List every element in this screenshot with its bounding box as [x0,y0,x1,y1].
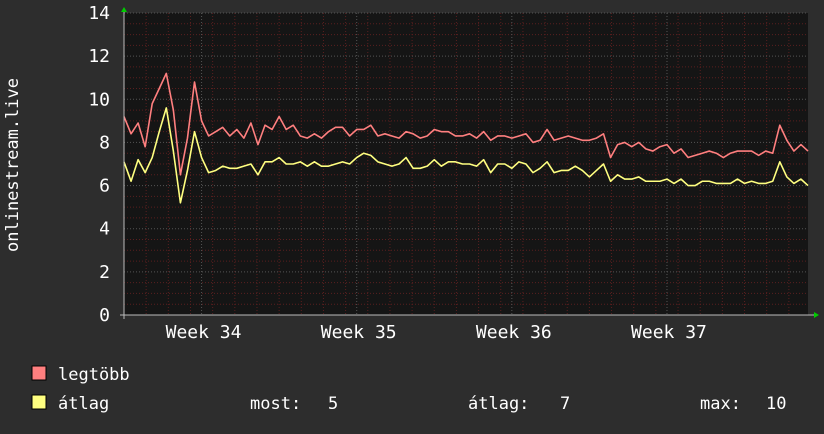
x-tick-label: Week 36 [476,322,552,343]
y-tick-label: 4 [99,219,110,240]
x-tick-label: Week 37 [631,322,707,343]
stat-max-value: 10 [766,394,786,414]
x-tick-label: Week 34 [166,322,242,343]
y-tick-label: 12 [88,46,110,67]
y-tick-label: 6 [99,176,110,197]
stat-avg-value: 7 [560,394,570,414]
chart-svg: 02468101214Week 34 Week 35 Week 36 Week 37 … [0,0,824,430]
legend-swatch-atlag [31,394,47,410]
y-tick-label: 10 [88,89,110,110]
chart: 0 2 4 6 8 10 12 14 Week 34 Week 35 Week 36 Week 37 … [0,0,824,430]
y-tick-label: 8 [99,132,110,153]
y-tick-label: 2 [99,262,110,283]
stat-avg-label: átlag: [468,394,529,414]
legend-label-legtobb: legtöbb [58,365,130,385]
stat-now-label: most: [250,394,301,414]
y-tick-label: 14 [88,3,110,24]
legend-label-atlag: átlag [58,394,109,414]
stat-now-value: 5 [328,394,338,414]
y-axis-label: onlinestream.live [3,78,23,252]
x-tick-label: Week 35 [321,322,397,343]
legend-swatch-legtobb [31,365,47,381]
stat-max-label: max: [700,394,741,414]
plot-area: 0 2 4 6 8 10 12 14 Week 34 Week 35 Week 36 Week 37 [88,3,819,343]
y-tick-label: 0 [99,305,110,326]
